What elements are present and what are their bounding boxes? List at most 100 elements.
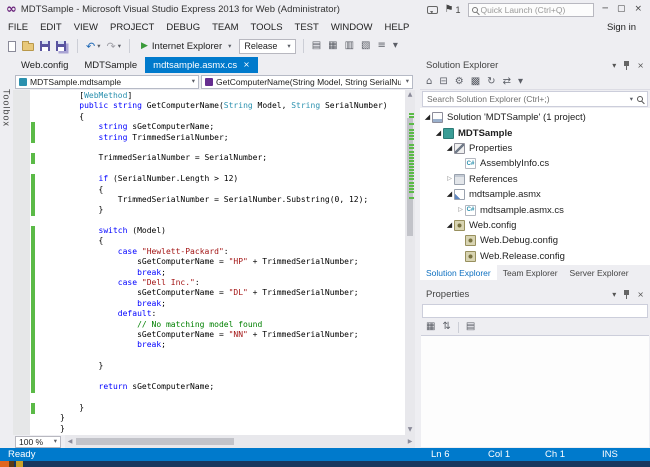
code-line[interactable]: break; — [60, 299, 405, 309]
code-line[interactable]: default: — [60, 309, 405, 319]
code-line[interactable]: { — [60, 236, 405, 246]
window-position-icon[interactable]: ▾ — [612, 62, 616, 70]
code-line[interactable]: string TrimmedSerialNumber; — [60, 133, 405, 143]
feedback-icon[interactable] — [427, 6, 438, 14]
code-content[interactable]: [WebMethod] public string GetComputerNam… — [36, 90, 405, 435]
notifications-button[interactable]: ⚑ 1 — [445, 5, 461, 15]
tree-item[interactable]: Web.Debug.config — [420, 233, 650, 248]
menu-tools[interactable]: TOOLS — [245, 21, 289, 34]
collapse-arrow-icon[interactable]: ◢ — [445, 145, 454, 152]
maximize-button[interactable]: ▢ — [617, 5, 626, 14]
alphabetical-icon[interactable]: ⇅ — [442, 322, 450, 332]
sync-with-active-document-icon[interactable]: ⇄ — [503, 77, 511, 87]
filter-dropdown-icon[interactable]: ▾ — [518, 77, 523, 87]
window-position-icon[interactable]: ▾ — [612, 291, 616, 299]
close-icon[interactable]: × — [637, 291, 644, 299]
menu-team[interactable]: TEAM — [206, 21, 244, 34]
quick-launch-input[interactable]: Quick Launch (Ctrl+Q) — [468, 3, 594, 17]
tree-item[interactable]: ▷mdtsample.asmx.cs — [420, 202, 650, 217]
save-button[interactable] — [40, 41, 50, 51]
redo-button[interactable]: ↷ ▾ — [106, 41, 120, 52]
member-dropdown[interactable]: GetComputerName(String Model, String Ser… — [201, 75, 413, 89]
code-line[interactable] — [60, 164, 405, 174]
open-file-button[interactable] — [22, 41, 34, 51]
close-icon[interactable]: × — [637, 62, 644, 70]
properties-window-icon[interactable]: ▤ — [312, 41, 321, 51]
menu-project[interactable]: PROJECT — [104, 21, 160, 34]
menu-view[interactable]: VIEW — [68, 21, 104, 34]
code-line[interactable] — [60, 216, 405, 226]
code-editor[interactable]: [WebMethod] public string GetComputerNam… — [13, 90, 415, 435]
code-line[interactable]: break; — [60, 268, 405, 278]
property-pages-icon[interactable]: ▤ — [466, 322, 475, 332]
collapse-arrow-icon[interactable]: ◢ — [434, 130, 443, 137]
scroll-down-icon[interactable]: ▼ — [405, 425, 415, 435]
code-line[interactable]: switch (Model) — [60, 226, 405, 236]
show-all-files-icon[interactable]: ▩ — [471, 77, 480, 87]
code-line[interactable]: sGetComputerName = "DL" + TrimmedSerialN… — [60, 288, 405, 298]
scroll-right-icon[interactable]: ▶ — [405, 438, 415, 445]
code-line[interactable]: } — [60, 361, 405, 371]
collapse-arrow-icon[interactable]: ◢ — [423, 114, 432, 121]
minimize-button[interactable]: ─ — [603, 5, 608, 14]
new-web-site-button[interactable] — [8, 41, 16, 52]
code-line[interactable]: } — [60, 424, 405, 434]
configuration-combo[interactable]: Release ▾ — [239, 39, 295, 54]
menu-window[interactable]: WINDOW — [325, 21, 379, 34]
menu-test[interactable]: TEST — [289, 21, 325, 34]
save-all-button[interactable] — [56, 41, 69, 51]
refresh-icon[interactable]: ↻ — [487, 77, 495, 87]
code-line[interactable]: [WebMethod] — [60, 91, 405, 101]
tab-mdtsample[interactable]: MDTSample — [76, 57, 145, 73]
collapse-all-icon[interactable]: ⊟ — [439, 77, 447, 87]
code-line[interactable] — [60, 372, 405, 382]
menu-edit[interactable]: EDIT — [34, 21, 68, 34]
expand-arrow-icon[interactable]: ▷ — [445, 176, 454, 182]
tree-item[interactable]: ◢MDTSample — [420, 125, 650, 140]
close-icon[interactable]: × — [243, 61, 250, 69]
code-line[interactable] — [60, 392, 405, 402]
pin-icon[interactable] — [623, 290, 630, 299]
type-dropdown[interactable]: MDTSample.mdtsample ▾ — [15, 75, 199, 89]
code-line[interactable]: break; — [60, 340, 405, 350]
tab-mdtsample.asmx.cs[interactable]: mdtsample.asmx.cs× — [145, 57, 258, 73]
breakpoint-margin[interactable] — [13, 90, 30, 435]
tree-item[interactable]: ◢Properties — [420, 141, 650, 156]
code-line[interactable] — [60, 351, 405, 361]
horizontal-scrollbar[interactable]: ◀ ▶ — [65, 435, 415, 448]
menu-debug[interactable]: DEBUG — [160, 21, 206, 34]
solution-explorer-icon[interactable]: ▦ — [328, 41, 337, 51]
scroll-up-icon[interactable]: ▲ — [405, 90, 415, 100]
undo-button[interactable]: ↶ ▾ — [86, 41, 100, 52]
code-line[interactable]: sGetComputerName = "NN" + TrimmedSerialN… — [60, 330, 405, 340]
collapse-arrow-icon[interactable]: ◢ — [445, 222, 454, 229]
pin-icon[interactable] — [623, 61, 630, 70]
tree-item[interactable]: AssemblyInfo.cs — [420, 156, 650, 171]
toolbar-options-icon[interactable]: ▾ — [393, 41, 398, 51]
tree-item[interactable]: ◢Web.config — [420, 218, 650, 233]
code-line[interactable]: TrimmedSerialNumber = SerialNumber; — [60, 153, 405, 163]
scroll-left-icon[interactable]: ◀ — [65, 438, 75, 445]
properties-icon[interactable]: ⚙ — [455, 77, 464, 87]
code-line[interactable]: } — [60, 413, 405, 423]
solution-explorer-search[interactable]: Search Solution Explorer (Ctrl+;) ▾ — [422, 91, 648, 107]
tab-toolbox[interactable]: Toolbox — [2, 89, 12, 127]
panel-tab-solution-explorer[interactable]: Solution Explorer — [420, 265, 497, 280]
properties-object-dropdown[interactable] — [422, 304, 648, 318]
menu-file[interactable]: FILE — [2, 21, 34, 34]
error-list-icon[interactable]: ▧ — [361, 41, 370, 51]
tree-item[interactable]: ▷References — [420, 172, 650, 187]
code-line[interactable]: TrimmedSerialNumber = SerialNumber.Subst… — [60, 195, 405, 205]
collapse-arrow-icon[interactable]: ◢ — [445, 191, 454, 198]
tree-item[interactable]: ◢Solution 'MDTSample' (1 project) — [420, 110, 650, 125]
tree-item[interactable]: ◢mdtsample.asmx — [420, 187, 650, 202]
code-line[interactable]: sGetComputerName = "HP" + TrimmedSerialN… — [60, 257, 405, 267]
sign-in-link[interactable]: Sign in — [607, 22, 636, 33]
code-line[interactable]: } — [60, 205, 405, 215]
code-line[interactable]: } — [60, 403, 405, 413]
vertical-scrollbar[interactable]: ▲ ▼ — [405, 90, 415, 435]
code-line[interactable]: // No matching model found — [60, 320, 405, 330]
code-line[interactable]: case "Dell Inc.": — [60, 278, 405, 288]
expand-arrow-icon[interactable]: ▷ — [456, 207, 465, 213]
home-icon[interactable]: ⌂ — [426, 77, 432, 87]
